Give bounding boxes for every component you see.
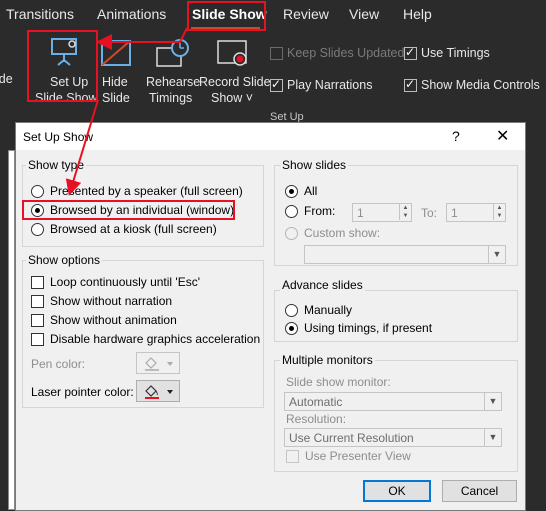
annotation-arrow-tab [96,27,188,50]
annotation-arrows [65,27,188,196]
annotation-arrow-option [65,99,99,196]
